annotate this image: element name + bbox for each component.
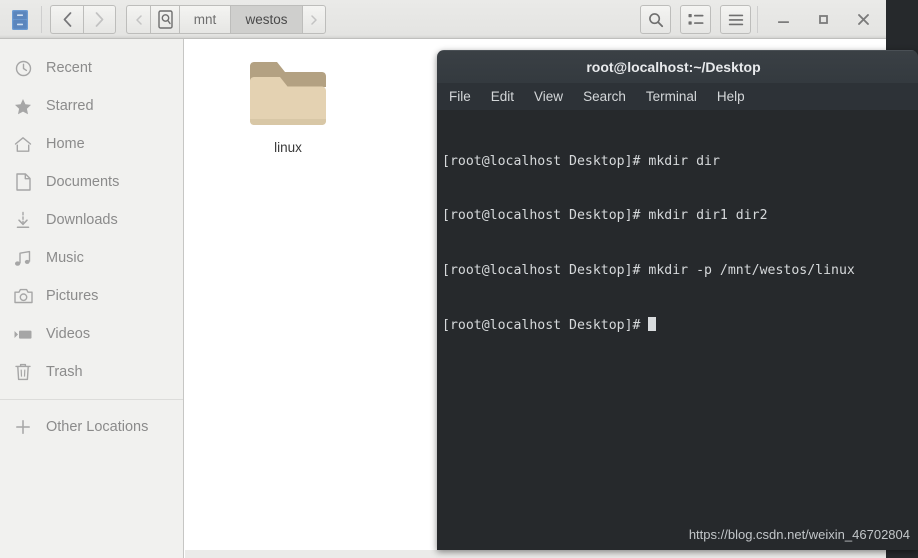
breadcrumb-item-westos[interactable]: westos — [230, 5, 302, 34]
terminal-prompt: [root@localhost Desktop]# — [442, 318, 649, 334]
watermark-text: https://blog.csdn.net/weixin_46702804 — [688, 526, 910, 542]
sidebar-item-documents[interactable]: Documents — [0, 163, 183, 201]
maximize-icon — [819, 15, 828, 24]
sidebar-item-videos[interactable]: Videos — [0, 315, 183, 353]
sidebar-item-home[interactable]: Home — [0, 125, 183, 163]
screen: mnt westos Recent Starred Home Documents… — [0, 0, 918, 558]
sidebar: Recent Starred Home Documents Downloads … — [0, 39, 184, 558]
menu-item-terminal[interactable]: Terminal — [646, 89, 697, 104]
file-cabinet-icon — [8, 8, 32, 32]
star-icon — [12, 95, 34, 117]
hamburger-menu-icon — [728, 14, 743, 25]
video-camera-icon — [12, 323, 34, 345]
sidebar-divider — [0, 399, 183, 400]
file-item-linux[interactable]: linux — [233, 57, 343, 155]
sidebar-item-label: Videos — [46, 326, 91, 342]
menu-button[interactable] — [720, 5, 751, 34]
terminal-output-area[interactable]: [root@localhost Desktop]# mkdir dir [roo… — [437, 110, 918, 550]
folder-icon — [247, 62, 329, 133]
terminal-prompt-line: [root@localhost Desktop]# — [442, 317, 918, 335]
sidebar-item-label: Trash — [46, 364, 83, 380]
list-view-icon — [688, 13, 703, 25]
header-divider-1 — [41, 6, 42, 33]
maximize-button[interactable] — [808, 5, 839, 34]
sidebar-item-label: Documents — [46, 174, 120, 190]
document-icon — [12, 171, 34, 193]
sidebar-item-label: Starred — [46, 98, 94, 114]
file-manager-bottom-strip — [185, 550, 886, 558]
chevron-left-small-icon — [135, 14, 142, 25]
sidebar-item-pictures[interactable]: Pictures — [0, 277, 183, 315]
search-button[interactable] — [640, 5, 671, 34]
sidebar-item-label: Downloads — [46, 212, 118, 228]
sidebar-item-music[interactable]: Music — [0, 239, 183, 277]
terminal-line: [root@localhost Desktop]# mkdir dir — [442, 153, 720, 169]
search-icon — [648, 12, 663, 27]
nav-forward-button[interactable] — [83, 5, 116, 34]
music-note-icon — [12, 247, 34, 269]
menu-item-view[interactable]: View — [534, 89, 563, 104]
file-item-label: linux — [274, 140, 302, 155]
menu-item-help[interactable]: Help — [717, 89, 745, 104]
home-icon — [12, 133, 34, 155]
clock-icon — [12, 57, 34, 79]
breadcrumb-label: westos — [245, 12, 288, 27]
trash-icon — [12, 361, 34, 383]
terminal-line: [root@localhost Desktop]# mkdir -p /mnt/… — [442, 263, 855, 279]
sidebar-item-label: Recent — [46, 60, 92, 76]
sidebar-item-trash[interactable]: Trash — [0, 353, 183, 391]
terminal-title-text: root@localhost:~/Desktop — [586, 59, 761, 75]
sidebar-item-label: Other Locations — [46, 419, 149, 435]
close-button[interactable] — [848, 5, 879, 34]
terminal-cursor — [648, 317, 657, 332]
menu-item-search[interactable]: Search — [583, 89, 626, 104]
plus-icon — [12, 416, 34, 438]
breadcrumb-label: mnt — [193, 12, 217, 27]
sidebar-item-recent[interactable]: Recent — [0, 49, 183, 87]
terminal-window: root@localhost:~/Desktop File Edit View … — [437, 50, 918, 550]
camera-icon — [12, 285, 34, 307]
minimize-button[interactable] — [768, 5, 799, 34]
breadcrumb-item-mnt[interactable]: mnt — [179, 5, 230, 34]
menu-item-edit[interactable]: Edit — [491, 89, 514, 104]
terminal-titlebar[interactable]: root@localhost:~/Desktop — [437, 50, 918, 83]
breadcrumb-prev-button[interactable] — [126, 5, 150, 34]
sidebar-item-label: Home — [46, 136, 85, 152]
sidebar-item-label: Pictures — [46, 288, 99, 304]
chevron-right-small-icon — [311, 14, 317, 25]
download-icon — [12, 209, 34, 231]
terminal-line: [root@localhost Desktop]# mkdir dir1 dir… — [442, 208, 768, 224]
header-divider-2 — [757, 6, 758, 33]
file-manager-header: mnt westos — [0, 0, 886, 39]
sidebar-item-other-locations[interactable]: Other Locations — [0, 408, 183, 446]
breadcrumb-drive-button[interactable] — [150, 5, 179, 34]
nav-back-button[interactable] — [50, 5, 83, 34]
menu-item-file[interactable]: File — [449, 89, 471, 104]
close-icon — [858, 14, 869, 25]
hard-drive-icon — [157, 10, 173, 29]
minimize-icon — [778, 20, 789, 23]
chevron-left-icon — [63, 12, 71, 27]
view-list-button[interactable] — [680, 5, 711, 34]
chevron-right-icon — [95, 12, 104, 27]
sidebar-item-downloads[interactable]: Downloads — [0, 201, 183, 239]
terminal-menubar: File Edit View Search Terminal Help — [437, 83, 918, 110]
breadcrumb-next-button[interactable] — [302, 5, 326, 34]
sidebar-item-label: Music — [46, 250, 84, 266]
sidebar-item-starred[interactable]: Starred — [0, 87, 183, 125]
